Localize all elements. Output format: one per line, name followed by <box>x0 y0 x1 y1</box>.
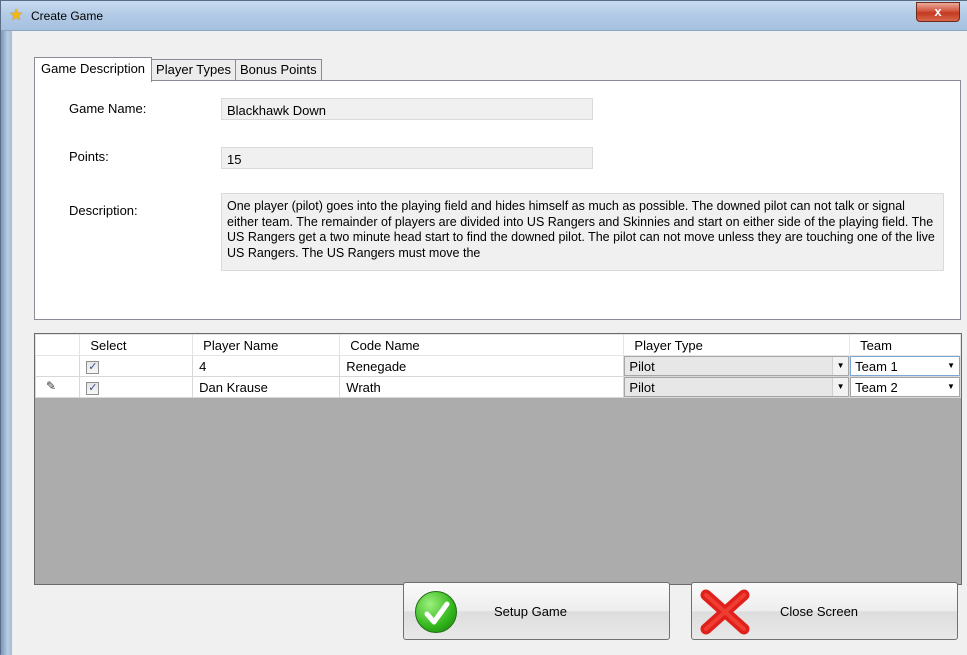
edit-pencil-icon: ✎ <box>46 379 57 393</box>
player-name-cell[interactable]: Dan Krause <box>192 376 341 398</box>
dropdown-arrow-icon[interactable]: ▼ <box>832 357 849 375</box>
table-header-row: Select Player Name Code Name Player Type… <box>34 334 961 356</box>
description-field[interactable]: One player (pilot) goes into the playing… <box>221 193 944 271</box>
player-type-cell: Pilot ▼ <box>623 376 851 398</box>
column-header-player-name[interactable]: Player Name <box>192 334 341 356</box>
team-value: Team 1 <box>855 359 898 374</box>
player-type-value: Pilot <box>629 359 655 374</box>
player-type-value: Pilot <box>629 380 655 395</box>
players-grid: Select Player Name Code Name Player Type… <box>34 333 962 585</box>
row-header[interactable]: ✎ <box>34 376 81 398</box>
team-value: Team 2 <box>855 380 898 395</box>
red-x-icon <box>700 589 750 635</box>
game-name-label: Game Name: <box>69 101 147 116</box>
team-dropdown[interactable]: Team 1 ▼ <box>850 356 960 376</box>
team-cell: Team 2 ▼ <box>849 376 961 398</box>
select-cell: ✓ <box>79 376 194 398</box>
column-header-player-type[interactable]: Player Type <box>623 334 851 356</box>
player-type-dropdown[interactable]: Pilot ▼ <box>624 377 850 397</box>
setup-game-button[interactable]: Setup Game <box>403 582 670 640</box>
window-title: Create Game <box>31 9 104 23</box>
player-name-cell[interactable]: 4 <box>192 355 341 377</box>
table-row: ✓ 4 Renegade Pilot ▼ Team 1 ▼ <box>34 355 961 377</box>
create-game-window: ★ Create Game x Game Description Player … <box>0 0 967 655</box>
game-description-panel: Game Name: Blackhawk Down Points: 15 Des… <box>34 80 961 320</box>
column-header-code-name[interactable]: Code Name <box>339 334 625 356</box>
points-field[interactable]: 15 <box>221 147 593 169</box>
green-check-icon <box>415 591 457 633</box>
dropdown-arrow-icon[interactable]: ▼ <box>947 357 955 375</box>
title-bar[interactable]: ★ Create Game x <box>1 1 967 31</box>
client-area: Game Description Player Types Bonus Poin… <box>12 31 967 655</box>
row-header[interactable] <box>34 355 81 377</box>
game-name-field[interactable]: Blackhawk Down <box>221 98 593 120</box>
players-table: Select Player Name Code Name Player Type… <box>34 334 961 398</box>
team-cell: Team 1 ▼ <box>849 355 961 377</box>
tab-player-types[interactable]: Player Types <box>151 59 236 81</box>
team-dropdown[interactable]: Team 2 ▼ <box>850 377 960 397</box>
tab-game-description[interactable]: Game Description <box>34 57 153 82</box>
tab-strip: Game Description Player Types Bonus Poin… <box>34 57 322 82</box>
close-screen-label: Close Screen <box>780 604 859 619</box>
star-icon: ★ <box>9 7 24 24</box>
dropdown-arrow-icon[interactable]: ▼ <box>943 378 959 396</box>
table-row: ✎ ✓ Dan Krause Wrath Pilot ▼ Team 2 ▼ <box>34 376 961 398</box>
code-name-cell[interactable]: Wrath <box>339 376 625 398</box>
select-checkbox[interactable]: ✓ <box>86 381 100 395</box>
tab-bonus-points[interactable]: Bonus Points <box>234 59 322 81</box>
column-header-select[interactable]: Select <box>79 334 194 356</box>
points-label: Points: <box>69 149 109 164</box>
dropdown-arrow-icon[interactable]: ▼ <box>832 378 849 396</box>
row-header-corner <box>34 334 81 356</box>
setup-game-label: Setup Game <box>494 604 567 619</box>
select-checkbox[interactable]: ✓ <box>86 360 100 374</box>
code-name-cell[interactable]: Renegade <box>339 355 625 377</box>
window-frame-left <box>1 31 12 655</box>
close-screen-button[interactable]: Close Screen <box>691 582 958 640</box>
close-window-button[interactable]: x <box>916 2 960 22</box>
player-type-dropdown[interactable]: Pilot ▼ <box>624 356 850 376</box>
select-cell: ✓ <box>79 355 194 377</box>
description-label: Description: <box>69 203 138 218</box>
column-header-team[interactable]: Team <box>849 334 961 356</box>
player-type-cell: Pilot ▼ <box>623 355 851 377</box>
